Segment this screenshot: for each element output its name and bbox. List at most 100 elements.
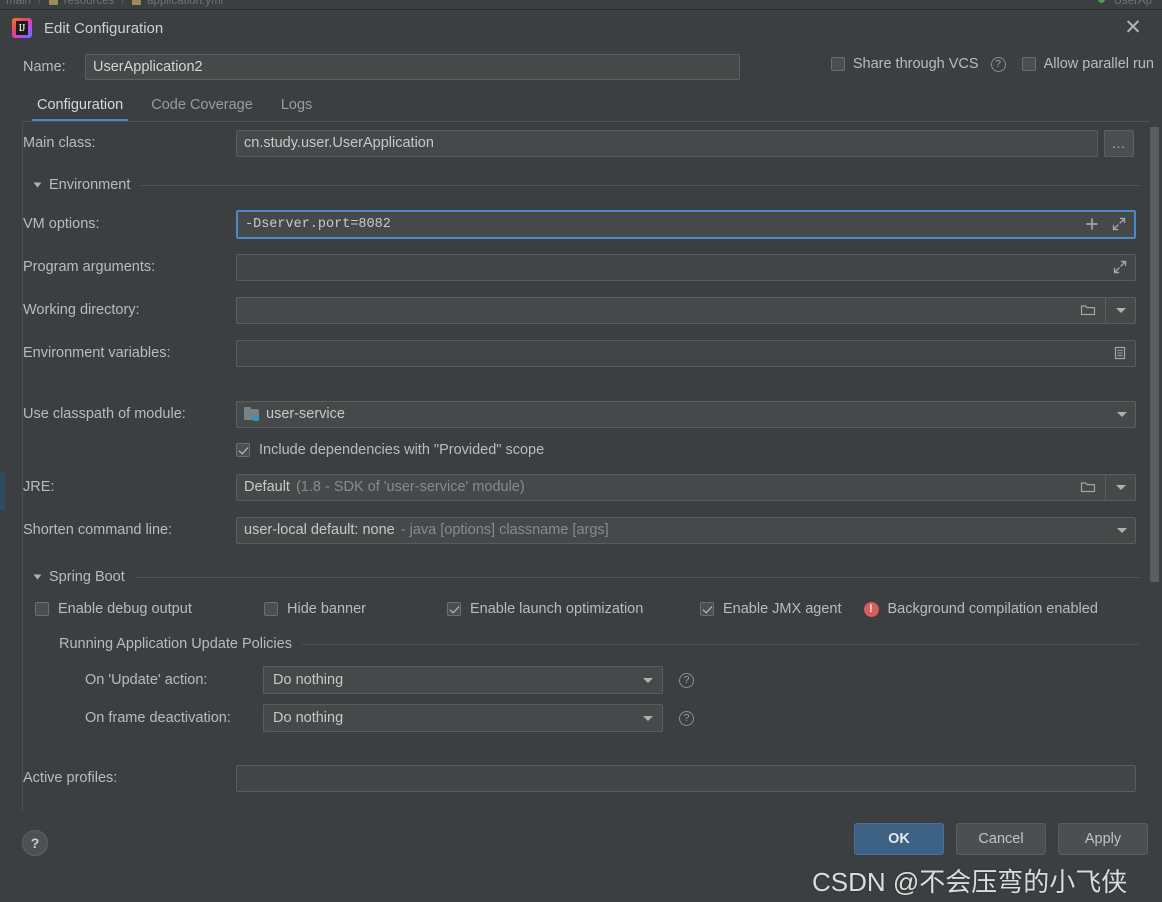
- name-label: Name:: [23, 59, 85, 75]
- environment-variables-label: Environment variables:: [23, 345, 236, 361]
- include-provided-scope-checkbox[interactable]: Include dependencies with "Provided" sco…: [236, 442, 544, 458]
- jre-dropdown-button[interactable]: [1105, 475, 1135, 500]
- panel-scrollbar[interactable]: [1149, 122, 1159, 812]
- chevron-down-icon: [34, 183, 42, 188]
- shorten-command-line-value: user-local default: none: [244, 522, 395, 538]
- ok-button[interactable]: OK: [854, 823, 944, 855]
- share-through-vcs-label: Share through VCS: [853, 56, 979, 72]
- enable-debug-output-checkbox[interactable]: Enable debug output: [35, 601, 166, 617]
- tab-label: Configuration: [37, 97, 123, 113]
- environment-variables-input[interactable]: [236, 340, 1136, 367]
- dialog-top-options: Share through VCS ? Allow parallel run: [831, 56, 1154, 72]
- jre-browse-button[interactable]: [1071, 475, 1105, 500]
- classpath-module-row: Use classpath of module: user-service: [23, 399, 1162, 429]
- plus-icon[interactable]: [1084, 216, 1100, 232]
- jre-hint: (1.8 - SDK of 'user-service' module): [296, 479, 525, 495]
- name-input[interactable]: [85, 54, 740, 80]
- on-frame-deactivation-value: Do nothing: [273, 710, 343, 726]
- classpath-module-dropdown-button[interactable]: [1109, 402, 1135, 427]
- main-class-value: cn.study.user.UserApplication: [244, 135, 434, 151]
- hide-banner-checkbox[interactable]: Hide banner: [264, 601, 447, 617]
- intellij-logo-icon: IJ: [12, 18, 32, 38]
- working-directory-input[interactable]: [236, 297, 1136, 324]
- chevron-down-icon: [34, 575, 42, 580]
- checkbox-box: [236, 443, 250, 457]
- checkbox-box: [700, 602, 714, 616]
- tab-code-coverage[interactable]: Code Coverage: [137, 97, 267, 122]
- checkbox-box: [1022, 57, 1036, 71]
- close-icon[interactable]: ✕: [1120, 16, 1146, 42]
- enable-jmx-agent-label: Enable JMX agent: [723, 601, 842, 617]
- enable-launch-optimization-checkbox[interactable]: Enable launch optimization: [447, 601, 671, 617]
- breadcrumb-separator: /: [34, 0, 45, 7]
- error-icon: !: [864, 602, 879, 617]
- tab-logs[interactable]: Logs: [267, 97, 326, 122]
- on-frame-deactivation-select[interactable]: Do nothing: [263, 704, 663, 732]
- apply-button[interactable]: Apply: [1058, 823, 1148, 855]
- enable-jmx-agent-checkbox[interactable]: Enable JMX agent: [700, 601, 842, 617]
- on-update-action-label: On 'Update' action:: [85, 672, 263, 688]
- tab-label: Logs: [281, 97, 312, 113]
- on-frame-deactivation-row: On frame deactivation: Do nothing ?: [85, 703, 1162, 733]
- shorten-command-line-dropdown-button[interactable]: [1109, 518, 1135, 543]
- allow-parallel-run-label: Allow parallel run: [1044, 56, 1154, 72]
- active-profiles-row: Active profiles:: [23, 763, 1162, 793]
- main-class-input[interactable]: cn.study.user.UserApplication: [236, 130, 1098, 157]
- run-icon: [1098, 0, 1105, 3]
- on-update-action-select[interactable]: Do nothing: [263, 666, 663, 694]
- configuration-panel: Main class: cn.study.user.UserApplicatio…: [0, 122, 1162, 812]
- environment-section-header[interactable]: Environment: [35, 171, 1140, 199]
- on-frame-deactivation-label: On frame deactivation:: [85, 710, 263, 726]
- background-compilation-warning: ! Background compilation enabled: [864, 601, 1098, 617]
- section-rule: [302, 644, 1139, 645]
- classpath-module-select[interactable]: user-service: [236, 401, 1136, 428]
- dialog-title: Edit Configuration: [44, 20, 163, 37]
- allow-parallel-run-checkbox[interactable]: Allow parallel run: [1022, 56, 1154, 72]
- chevron-down-icon: [643, 678, 653, 683]
- working-directory-browse-button[interactable]: [1071, 298, 1105, 323]
- breadcrumb-item-resources[interactable]: resources: [64, 0, 115, 7]
- main-class-browse-button[interactable]: …: [1104, 130, 1134, 157]
- on-update-action-row: On 'Update' action: Do nothing ?: [85, 665, 1162, 695]
- panel-scrollbar-thumb[interactable]: [1150, 127, 1159, 582]
- on-frame-deactivation-help-icon[interactable]: ?: [679, 711, 694, 726]
- background-compilation-warning-label: Background compilation enabled: [888, 601, 1098, 617]
- cancel-button[interactable]: Cancel: [956, 823, 1046, 855]
- tab-configuration[interactable]: Configuration: [23, 97, 137, 122]
- breadcrumb-separator: /: [117, 0, 128, 7]
- ide-background-strip: main / resources / application.yml UserA…: [0, 0, 1162, 9]
- jre-select[interactable]: Default (1.8 - SDK of 'user-service' mod…: [236, 474, 1136, 501]
- shorten-command-line-row: Shorten command line: user-local default…: [23, 515, 1162, 545]
- breadcrumb-item-main[interactable]: main: [6, 0, 31, 7]
- active-profiles-input[interactable]: [236, 765, 1136, 792]
- ide-run-widget[interactable]: UserAp: [1098, 0, 1152, 7]
- help-button[interactable]: ?: [22, 830, 48, 856]
- update-policies-header: Running Application Update Policies: [59, 631, 1139, 657]
- on-update-action-help-icon[interactable]: ?: [679, 673, 694, 688]
- list-icon[interactable]: [1112, 345, 1128, 361]
- name-row: Name: Share through VCS ? Allow parallel…: [0, 46, 1162, 88]
- share-vcs-help-icon[interactable]: ?: [991, 57, 1006, 72]
- checkbox-box: [831, 57, 845, 71]
- program-arguments-label: Program arguments:: [23, 259, 236, 275]
- vm-options-row: VM options: -Dserver.port=8082: [23, 209, 1162, 239]
- expand-icon[interactable]: [1111, 216, 1127, 232]
- chevron-down-icon: [1116, 485, 1126, 490]
- share-through-vcs-checkbox[interactable]: Share through VCS: [831, 56, 979, 72]
- ide-run-config-label: UserAp: [1114, 0, 1152, 7]
- jre-label: JRE:: [23, 479, 236, 495]
- spring-boot-section-header[interactable]: Spring Boot: [35, 563, 1140, 591]
- program-arguments-row: Program arguments:: [23, 252, 1162, 282]
- expand-icon[interactable]: [1112, 259, 1128, 275]
- working-directory-dropdown-button[interactable]: [1105, 298, 1135, 323]
- dialog-footer: ? OK Cancel Apply: [0, 812, 1162, 884]
- breadcrumb-item-file[interactable]: application.yml: [147, 0, 223, 7]
- chevron-down-icon: [1117, 412, 1127, 417]
- program-arguments-input[interactable]: [236, 254, 1136, 281]
- environment-variables-row: Environment variables:: [23, 338, 1162, 368]
- shorten-command-line-select[interactable]: user-local default: none - java [options…: [236, 517, 1136, 544]
- dialog-titlebar: IJ Edit Configuration ✕: [0, 10, 1162, 46]
- vm-options-input[interactable]: -Dserver.port=8082: [236, 210, 1136, 239]
- breadcrumb: main / resources / application.yml: [6, 0, 223, 7]
- vm-options-value: -Dserver.port=8082: [245, 217, 391, 232]
